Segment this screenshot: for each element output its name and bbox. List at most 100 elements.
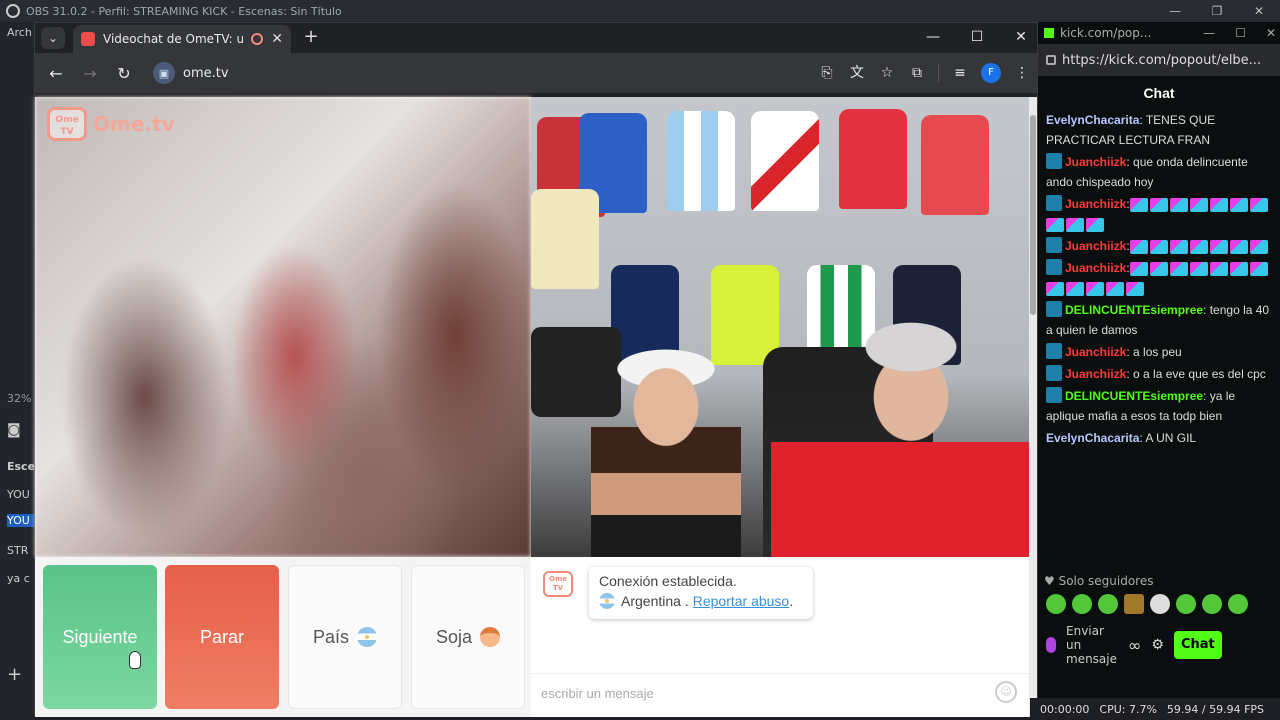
report-abuse-link[interactable]: Reportar abuso	[693, 593, 790, 609]
subscriber-badge-icon	[1046, 153, 1062, 169]
page-scrollbar[interactable]	[1029, 97, 1037, 717]
kick-close-icon[interactable]: ✕	[1266, 26, 1276, 40]
chat-username[interactable]: EvelynChacarita	[1046, 113, 1139, 127]
microphone-icon[interactable]	[1046, 637, 1056, 653]
add-scene-button[interactable]: +	[7, 664, 34, 685]
subscriber-badge-icon	[1046, 259, 1062, 275]
ometv-chat-logo-icon: Ome TV	[543, 571, 573, 597]
emote-icon	[1249, 262, 1268, 277]
back-arrow-icon[interactable]: ←	[39, 64, 73, 83]
more-menu-icon[interactable]: ⋮	[1013, 64, 1031, 82]
chat-username[interactable]: DELINCUENTEsiempree	[1065, 389, 1203, 403]
kick-window-title: kick.com/pop...	[1060, 26, 1152, 40]
emote-icon	[1046, 282, 1064, 297]
chat-message: Juanchiizk:	[1046, 258, 1272, 298]
screen: OBS 31.0.2 - Perfil: STREAMING KICK - Es…	[0, 0, 1280, 720]
cast-icon[interactable]: ⎘	[818, 64, 836, 82]
chat-username[interactable]: Juanchiizk	[1065, 239, 1126, 253]
obs-menu-file[interactable]: Arch	[7, 26, 34, 39]
stranger-video	[35, 97, 531, 557]
obs-scene-item[interactable]: YOU	[7, 488, 34, 501]
emote-icon[interactable]	[1098, 594, 1118, 614]
obs-minimize-icon[interactable]: —	[1154, 0, 1196, 22]
ometv-favicon-icon	[81, 32, 95, 46]
kick-maximize-icon[interactable]: ☐	[1235, 26, 1246, 40]
browser-close-icon[interactable]: ✕	[999, 23, 1043, 53]
obs-scene-item[interactable]: STR	[7, 544, 34, 557]
browser-maximize-icon[interactable]: ☐	[955, 23, 999, 53]
next-button-label: Siguiente	[62, 626, 138, 647]
emote-icon	[1189, 198, 1208, 213]
bookmark-star-icon[interactable]: ☆	[878, 64, 896, 82]
chat-username[interactable]: Juanchiizk	[1065, 155, 1126, 169]
obs-left-panel: Arch 32% ◙ Esce YOU YOU STR ya c +	[0, 22, 34, 720]
tab-close-icon[interactable]: ✕	[271, 31, 283, 47]
kick-minimize-icon[interactable]: —	[1203, 26, 1215, 40]
camera-icon[interactable]: ◙	[7, 422, 34, 438]
infinity-icon[interactable]: ∞	[1128, 636, 1141, 655]
address-bar[interactable]: ▣ ome.tv	[149, 59, 679, 87]
obs-window-title: OBS 31.0.2 - Perfil: STREAMING KICK - Es…	[26, 4, 342, 18]
emoji-smile-icon[interactable]: ☺	[995, 681, 1017, 703]
emote-icon	[1046, 218, 1064, 233]
obs-restore-icon[interactable]: ❐	[1196, 0, 1238, 22]
chat-send-button[interactable]: Chat	[1173, 631, 1222, 659]
stop-button[interactable]: Parar	[165, 565, 279, 709]
obs-close-icon[interactable]: ✕	[1238, 0, 1280, 22]
emote-icon[interactable]	[1176, 594, 1196, 614]
chat-username[interactable]: Juanchiizk	[1065, 367, 1126, 381]
emote-icon[interactable]	[1202, 594, 1222, 614]
chat-text: : o a la eve que es del cpc	[1126, 367, 1266, 381]
site-info-icon[interactable]: ▣	[153, 62, 175, 84]
browser-minimize-icon[interactable]: —	[911, 23, 955, 53]
extensions-icon[interactable]: ⧉	[908, 64, 926, 82]
profile-avatar[interactable]: F	[981, 63, 1001, 83]
kick-message-list: EvelynChacarita: TENES QUE PRACTICAR LEC…	[1038, 110, 1280, 448]
emote-icon[interactable]	[1072, 594, 1092, 614]
person-streamer-man	[771, 317, 1029, 557]
kick-address-bar[interactable]: https://kick.com/popout/elbe...	[1038, 44, 1280, 76]
followers-only-label: ♥ Solo seguidores	[1044, 574, 1154, 588]
boy-emoji-icon	[480, 627, 501, 647]
scrollbar-thumb[interactable]	[1030, 115, 1036, 315]
emote-icon[interactable]	[1228, 594, 1248, 614]
subscriber-badge-icon	[1046, 195, 1062, 211]
emote-icon	[1209, 240, 1228, 255]
country-button[interactable]: País	[288, 565, 402, 709]
chat-username[interactable]: Juanchiizk	[1065, 197, 1126, 211]
obs-scene-item[interactable]: YOU	[7, 514, 34, 527]
new-tab-icon[interactable]: +	[299, 25, 323, 49]
emote-icon	[1066, 218, 1084, 233]
chat-username[interactable]: EvelynChacarita	[1046, 431, 1139, 445]
kick-title-bar: kick.com/pop... — ☐ ✕	[1038, 22, 1280, 44]
emote-icon[interactable]	[1046, 594, 1066, 614]
gender-button[interactable]: Soja	[411, 565, 525, 709]
translate-icon[interactable]: 文	[848, 64, 866, 82]
emote-icon[interactable]	[1124, 594, 1144, 614]
chat-username[interactable]: Juanchiizk	[1065, 261, 1126, 275]
emote-icon[interactable]	[1150, 594, 1170, 614]
forward-arrow-icon[interactable]: →	[73, 64, 107, 83]
chat-username[interactable]: DELINCUENTEsiempree	[1065, 303, 1203, 317]
next-button[interactable]: Siguiente	[43, 565, 157, 709]
send-message-input[interactable]: Enviar un mensaje	[1066, 624, 1118, 666]
chat-message: Juanchiizk:	[1046, 236, 1272, 256]
emote-icon	[1189, 240, 1208, 255]
emote-icon	[1149, 262, 1168, 277]
toolbar-divider	[938, 64, 939, 82]
tab-search-chevron-icon[interactable]: ⌄	[41, 27, 65, 49]
emote-icon	[1169, 198, 1188, 213]
emote-icon	[1086, 282, 1104, 297]
tab-ometv[interactable]: Videochat de OmeTV: una a ✕	[73, 25, 291, 53]
gear-icon[interactable]: ⚙	[1151, 637, 1164, 653]
argentina-flag-icon	[599, 593, 615, 609]
emote-icon	[1086, 218, 1104, 233]
kick-chat-header: Chat	[1143, 85, 1175, 101]
toolbar-actions: ⎘ 文 ☆ ⧉ ≡ F ⋮	[818, 59, 1031, 87]
followers-only-text: Solo seguidores	[1058, 574, 1154, 588]
chat-username[interactable]: Juanchiizk	[1065, 345, 1126, 359]
chat-message-input[interactable]: escribir un mensaje	[531, 673, 1029, 713]
obs-scene-item[interactable]: ya c	[7, 572, 34, 585]
reload-icon[interactable]: ↻	[107, 64, 141, 83]
media-control-icon[interactable]: ≡	[951, 64, 969, 82]
